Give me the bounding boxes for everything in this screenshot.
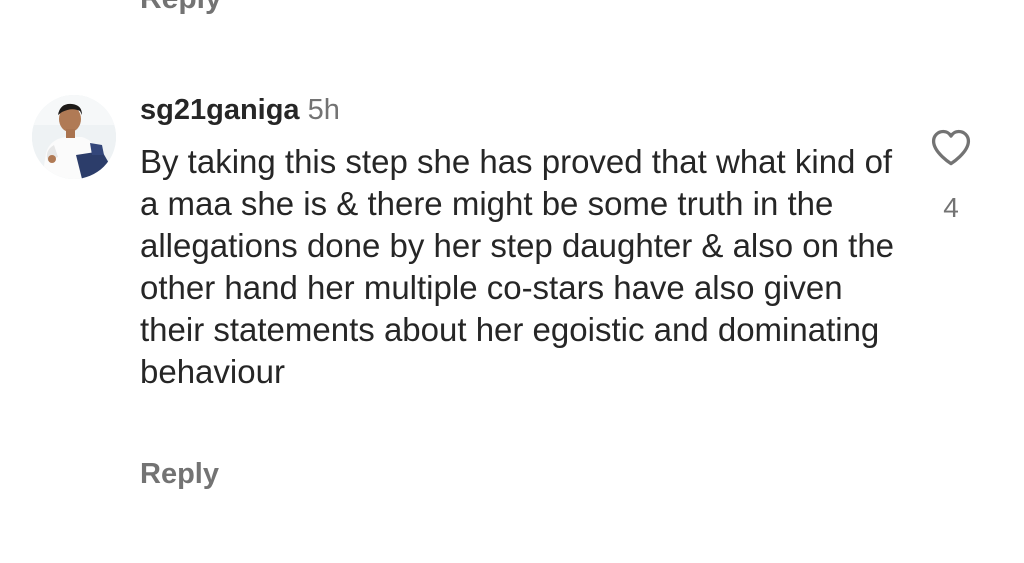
reply-button[interactable]: Reply [140,455,219,493]
heart-icon[interactable] [929,126,973,170]
like-count[interactable]: 4 [922,192,980,224]
timestamp: 5h [307,94,340,126]
avatar[interactable] [32,95,116,179]
previous-reply-button[interactable]: Reply [140,0,222,16]
username[interactable]: sg21ganiga [140,94,300,126]
comment-text: By taking this step she has proved that … [140,143,895,390]
comment-header: sg21ganiga 5h [140,91,340,129]
comment-thread: Reply sg21ganiga5h By taking this step s… [0,0,1024,563]
like-section: 4 [922,126,980,224]
avatar-image [32,95,116,179]
